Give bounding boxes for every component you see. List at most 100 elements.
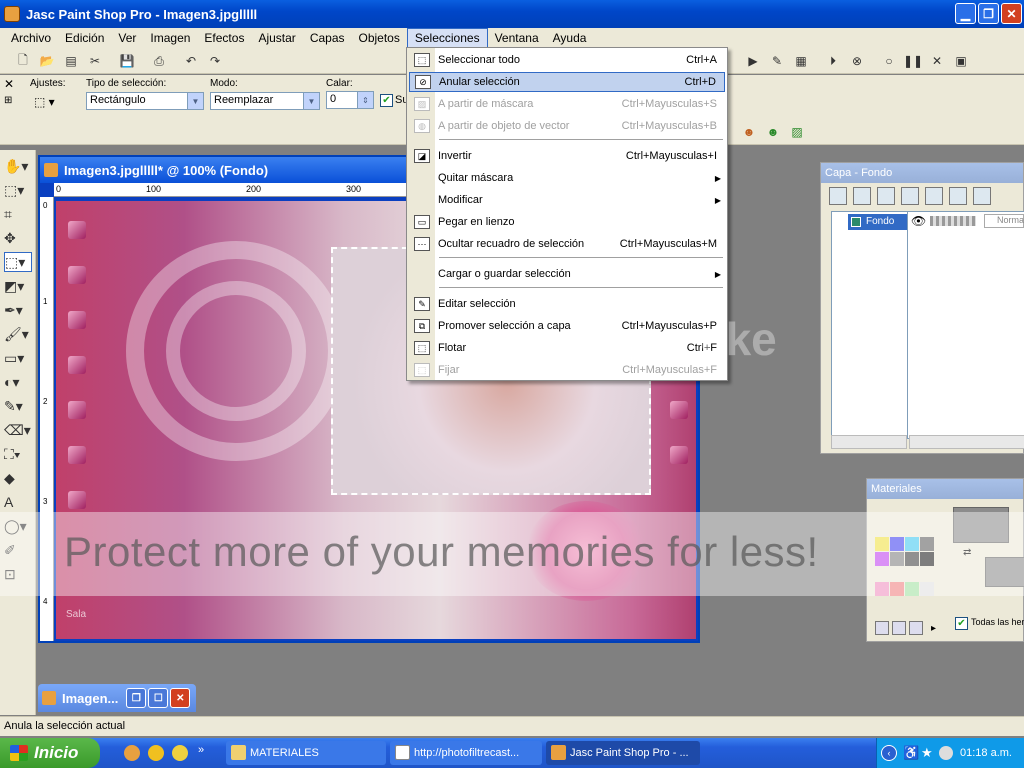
- picture-tube-icon[interactable]: ◆: [4, 468, 32, 488]
- layer-properties-icon[interactable]: [973, 187, 991, 205]
- menu-item-flotar[interactable]: ⬚ Flotar Ctrl+F: [409, 338, 725, 358]
- quick-launch-psp-icon[interactable]: [124, 745, 140, 761]
- close-options-icon[interactable]: ✕: [4, 77, 14, 91]
- menu-item-seleccionar-todo[interactable]: ⬚ Seleccionar todo Ctrl+A: [409, 50, 725, 70]
- menu-ver[interactable]: Ver: [111, 29, 143, 47]
- minimize-button[interactable]: ▁: [955, 3, 976, 24]
- crop-tool-icon[interactable]: ⌗: [4, 204, 32, 224]
- menu-item-promover-seleccion[interactable]: ⧉ Promover selección a capa Ctrl+Mayuscu…: [409, 316, 725, 336]
- new-vector-layer-icon[interactable]: [853, 187, 871, 205]
- tipo-seleccion-select[interactable]: Rectángulo ▼: [86, 92, 204, 110]
- scan-icon[interactable]: ✂: [86, 52, 104, 70]
- menu-item-a-partir-de-mascara[interactable]: ▨ A partir de máscara Ctrl+Mayusculas+S: [409, 94, 725, 114]
- taskbar-task-psp[interactable]: Jasc Paint Shop Pro - ...: [546, 741, 700, 765]
- menu-item-invertir[interactable]: ◪ Invertir Ctrl+Mayusculas+I: [409, 146, 725, 166]
- layer-palette-titlebar[interactable]: Capa - Fondo: [821, 163, 1023, 183]
- close-button[interactable]: ✕: [1001, 3, 1022, 24]
- menu-item-anular-seleccion[interactable]: ⊘ Anular selección Ctrl+D: [409, 72, 725, 92]
- menu-item-editar-seleccion[interactable]: ✎ Editar selección: [409, 294, 725, 314]
- redo-icon[interactable]: ↷: [206, 52, 224, 70]
- clone-tool-icon[interactable]: ▭▾: [4, 348, 32, 368]
- delete-icon[interactable]: [909, 621, 923, 635]
- save-icon[interactable]: 💾: [118, 52, 136, 70]
- tray-star-icon[interactable]: ★: [921, 745, 933, 761]
- tray-expand-icon[interactable]: ‹: [881, 745, 897, 761]
- script-icon[interactable]: ✎: [768, 52, 786, 70]
- layer-item-fondo[interactable]: Fondo: [848, 214, 914, 230]
- menu-item-cargar-guardar[interactable]: Cargar o guardar selección ▶: [409, 264, 725, 284]
- minimized-window[interactable]: Imagen... ❐ ☐ ✕: [38, 684, 196, 712]
- horizontal-scrollbar[interactable]: [909, 435, 1024, 449]
- menu-item-pegar-en-lienzo[interactable]: ▭ Pegar en lienzo: [409, 212, 725, 232]
- menu-item-quitar-mascara[interactable]: Quitar máscara ▶: [409, 168, 725, 188]
- eye-icon[interactable]: 👁: [911, 214, 926, 228]
- pan-tool-icon[interactable]: ✋▾: [4, 156, 32, 176]
- dodge-tool-icon[interactable]: ◐▾: [4, 372, 32, 392]
- move-tool-icon[interactable]: ✥: [4, 228, 32, 248]
- tray-accessibility-icon[interactable]: ♿: [903, 745, 919, 761]
- materials-palette-titlebar[interactable]: Materiales: [867, 479, 1023, 499]
- record-icon[interactable]: ○: [880, 52, 898, 70]
- quick-launch-chevron-icon[interactable]: »: [198, 744, 204, 756]
- spinner-icon[interactable]: ⇕: [357, 92, 373, 108]
- calar-input[interactable]: 0 ⇕: [326, 91, 374, 109]
- landscape-icon[interactable]: ▨: [788, 123, 806, 141]
- tray-security-icon[interactable]: [939, 746, 953, 760]
- undo-icon[interactable]: ↶: [182, 52, 200, 70]
- eraser-tool-icon[interactable]: ⌫▾: [4, 420, 32, 440]
- menu-archivo[interactable]: Archivo: [4, 29, 58, 47]
- copy-icon[interactable]: [892, 621, 906, 635]
- new-mask-icon[interactable]: [901, 187, 919, 205]
- person-icon[interactable]: ☻: [740, 123, 758, 141]
- menu-capas[interactable]: Capas: [303, 29, 352, 47]
- fill-tool-icon[interactable]: ⛶▾: [4, 444, 32, 464]
- paint-brush-tool-icon[interactable]: 🖌▾: [4, 324, 32, 344]
- selection-tool-icon[interactable]: ⬚▾: [4, 252, 32, 272]
- zoom-tool-icon[interactable]: ⬚▾: [4, 180, 32, 200]
- new-raster-layer-icon[interactable]: [829, 187, 847, 205]
- menu-ayuda[interactable]: Ayuda: [546, 29, 594, 47]
- text-tool-icon[interactable]: A: [4, 492, 32, 512]
- menu-item-ocultar-recuadro[interactable]: ⋯ Ocultar recuadro de selección Ctrl+May…: [409, 234, 725, 254]
- menu-selecciones[interactable]: Selecciones: [406, 28, 488, 48]
- menu-item-a-partir-de-objeto-vector[interactable]: ◍ A partir de objeto de vector Ctrl+Mayu…: [409, 116, 725, 136]
- suavizar-checkbox[interactable]: ✔: [380, 94, 393, 107]
- cancel-icon[interactable]: ✕: [928, 52, 946, 70]
- pause-icon[interactable]: ❚❚: [903, 52, 923, 70]
- menu-item-fijar[interactable]: ⬚ Fijar Ctrl+Mayusculas+F: [409, 360, 725, 380]
- menu-ventana[interactable]: Ventana: [488, 29, 546, 47]
- taskbar-task-browser[interactable]: http://photofiltrecast...: [390, 741, 542, 765]
- menu-objetos[interactable]: Objetos: [352, 29, 407, 47]
- start-button[interactable]: Inicio: [0, 738, 100, 768]
- magic-wand-tool-icon[interactable]: ◩▾: [4, 276, 32, 296]
- maximize-button[interactable]: ☐: [148, 688, 169, 708]
- opacity-slider[interactable]: [930, 216, 976, 226]
- play-icon[interactable]: ▶: [744, 52, 762, 70]
- close-button[interactable]: ✕: [170, 688, 191, 708]
- menu-edicion[interactable]: Edición: [58, 29, 111, 47]
- print-icon[interactable]: ⎙: [150, 52, 168, 70]
- duplicate-layer-icon[interactable]: [949, 187, 967, 205]
- swatches-icon[interactable]: [875, 621, 889, 635]
- todas-herramientas-checkbox[interactable]: ✔: [955, 617, 968, 630]
- calendar-icon[interactable]: ▦: [792, 52, 810, 70]
- run-script-icon[interactable]: ⏵: [824, 52, 842, 70]
- menu-item-modificar[interactable]: Modificar ▶: [409, 190, 725, 210]
- presets-dropdown[interactable]: ⬚ ▾: [34, 95, 55, 109]
- new-adjustment-layer-icon[interactable]: [877, 187, 895, 205]
- menu-efectos[interactable]: Efectos: [197, 29, 251, 47]
- blend-mode-select[interactable]: Norma: [984, 214, 1024, 228]
- quick-launch-smiley-icon[interactable]: [172, 745, 188, 761]
- save-script-icon[interactable]: ▣: [952, 52, 970, 70]
- taskbar-task-materiales[interactable]: MATERIALES: [226, 741, 386, 765]
- arrow-right-icon[interactable]: ▸: [931, 623, 936, 634]
- pin-icon[interactable]: ⊞: [4, 95, 12, 106]
- menu-imagen[interactable]: Imagen: [143, 29, 197, 47]
- horizontal-scrollbar[interactable]: [831, 435, 907, 449]
- menu-ajustar[interactable]: Ajustar: [251, 29, 302, 47]
- browse-icon[interactable]: ▤: [62, 52, 80, 70]
- person-green-icon[interactable]: ☻: [764, 123, 782, 141]
- layer-group-icon[interactable]: [925, 187, 943, 205]
- quick-launch-messenger-icon[interactable]: [148, 745, 164, 761]
- restore-button[interactable]: ❐: [978, 3, 999, 24]
